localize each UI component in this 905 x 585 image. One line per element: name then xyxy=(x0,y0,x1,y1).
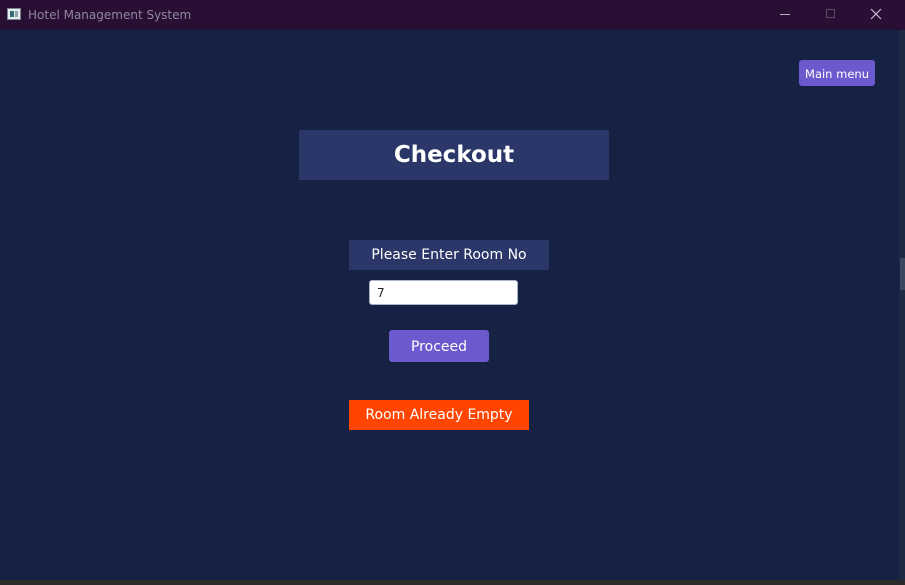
minimize-icon xyxy=(780,14,790,15)
minimize-button[interactable] xyxy=(762,0,808,30)
title-bar[interactable]: Hotel Management System xyxy=(0,0,905,30)
maximize-icon xyxy=(826,9,835,18)
vertical-scrollbar[interactable] xyxy=(899,30,905,580)
proceed-button[interactable]: Proceed xyxy=(389,330,489,362)
app-window: Hotel Management System Main menu Checko… xyxy=(0,0,905,580)
room-number-input[interactable] xyxy=(369,280,518,305)
close-icon xyxy=(870,8,882,20)
page-title: Checkout xyxy=(299,130,609,180)
main-menu-button[interactable]: Main menu xyxy=(799,60,875,86)
room-number-label: Please Enter Room No xyxy=(349,240,549,270)
window-bottom-edge xyxy=(0,580,905,585)
scrollbar-thumb[interactable] xyxy=(900,258,905,290)
status-message: Room Already Empty xyxy=(349,400,529,430)
window-title: Hotel Management System xyxy=(28,8,192,22)
maximize-button[interactable] xyxy=(808,0,854,30)
app-window-icon xyxy=(7,8,21,20)
close-button[interactable] xyxy=(854,0,900,30)
